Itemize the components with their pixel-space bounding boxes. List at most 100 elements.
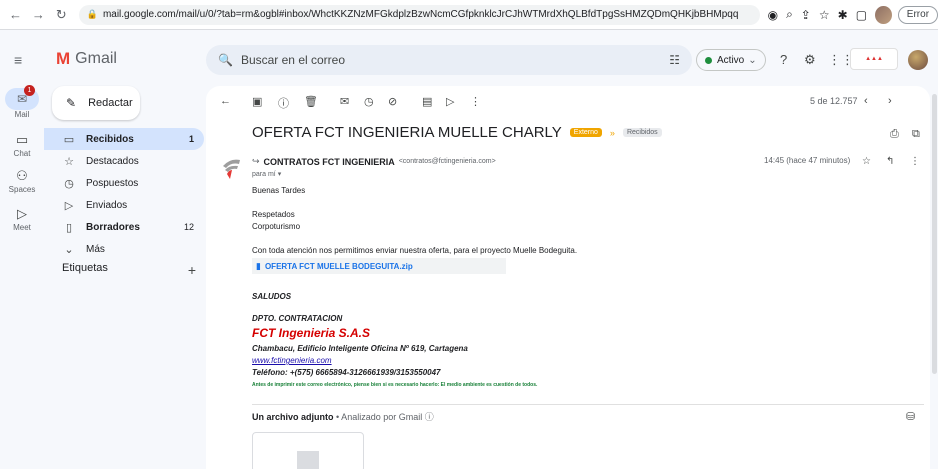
sidebar: ✎ Redactar ▭ Recibidos 1 ☆ Destacados ◷ …	[44, 86, 204, 469]
search-icon[interactable]: 🔍	[218, 53, 233, 67]
sidebar-item-label: Borradores	[86, 221, 140, 233]
sidepanel-icon[interactable]: ▢	[856, 8, 867, 22]
attachments-scanned: • Analizado por Gmail ⓘ	[336, 412, 434, 422]
gmail-m-icon: M	[56, 49, 71, 68]
menu-icon[interactable]: ≡	[14, 52, 22, 68]
external-tag: Externo	[569, 128, 602, 137]
chevron-down-icon: ⌄	[748, 54, 757, 66]
sidebar-item-label: Enviados	[86, 199, 128, 211]
rail-meet-label: Meet	[13, 223, 31, 232]
app-rail: ✉ 1 Mail ▭ Chat ⚇ Spaces ▷ Meet	[0, 30, 44, 469]
label-icon[interactable]: ▷	[446, 95, 454, 108]
forward-arrow-icon[interactable]: →	[31, 7, 46, 23]
labels-header: Etiquetas +	[62, 262, 196, 278]
sidebar-item-more[interactable]: ⌄ Más	[44, 238, 204, 260]
attachment-name: OFERTA FCT MUELLE BODEGUITA.zip	[264, 261, 413, 271]
labels-title: Etiquetas	[62, 262, 108, 274]
inbox-tag[interactable]: Recibidos	[622, 128, 662, 137]
sender-line: ↪ CONTRATOS FCT INGENIERIA <contratos@fc…	[252, 156, 496, 167]
inbox-icon: ▭	[63, 133, 75, 146]
rail-spaces-label: Spaces	[8, 185, 36, 194]
mail-badge: 1	[24, 85, 35, 96]
compose-button[interactable]: ✎ Redactar	[52, 86, 140, 120]
add-to-drive-icon[interactable]: ⛁	[906, 410, 915, 423]
sidebar-item-sent[interactable]: ▷ Enviados	[44, 194, 204, 216]
phone: Teléfono: +(575) 6665894-3126661939/3153…	[252, 368, 441, 377]
search-input[interactable]: Buscar en el correo	[241, 53, 345, 67]
website-link[interactable]: www.fctingenieria.com	[252, 356, 332, 365]
eco-note: Antes de imprimir este correo electrónic…	[252, 382, 538, 388]
attachment-thumbnail[interactable]	[252, 432, 364, 469]
sidebar-item-starred[interactable]: ☆ Destacados	[44, 150, 204, 172]
extensions-icon[interactable]: ✱	[838, 8, 848, 22]
sidebar-item-drafts[interactable]: ▯ Borradores 12	[44, 216, 204, 238]
snooze-icon[interactable]: ◷	[364, 95, 374, 108]
newer-icon[interactable]: ‹	[864, 95, 868, 107]
help-icon[interactable]: ?	[780, 52, 787, 67]
importance-marker-icon[interactable]: »	[610, 128, 615, 138]
attachment-link[interactable]: ▮ OFERTA FCT MUELLE BODEGUITA.zip	[252, 258, 506, 274]
attachment-divider	[252, 404, 924, 405]
chevron-down-icon: ▾	[277, 171, 282, 178]
closing: SALUDOS	[252, 292, 292, 301]
rail-chat[interactable]: ▭ Chat	[0, 132, 44, 158]
org-logo: ▲▲▲	[850, 48, 898, 70]
add-task-icon[interactable]: ⊘	[388, 95, 397, 108]
settings-icon[interactable]: ⚙	[804, 52, 816, 68]
search-bar[interactable]: 🔍 Buscar en el correo ☷	[206, 45, 692, 75]
chat-icon: ▭	[15, 132, 29, 147]
mail-icon: ✉ 1	[5, 85, 39, 110]
more-vert-icon[interactable]: ⋮	[470, 95, 481, 108]
search-options-icon[interactable]: ☷	[669, 53, 680, 67]
open-new-window-icon[interactable]: ⧉	[912, 128, 920, 141]
scrollbar[interactable]	[930, 86, 938, 469]
address-bar[interactable]: 🔒 mail.google.com/mail/u/0/?tab=rm&ogbl#…	[78, 4, 760, 25]
clock-icon: ◷	[64, 177, 74, 190]
sender-name[interactable]: CONTRATOS FCT INGENIERIA	[264, 157, 395, 167]
reply-icon[interactable]: ↰	[886, 156, 894, 167]
lock-icon: 🔒	[86, 9, 98, 19]
sidebar-item-inbox[interactable]: ▭ Recibidos 1	[44, 128, 204, 150]
print-icon[interactable]: ⎙	[890, 128, 899, 141]
back-icon[interactable]: ←	[220, 95, 231, 107]
mark-unread-icon[interactable]: ✉	[340, 95, 349, 108]
status-dot-icon	[705, 56, 712, 64]
recipient-line[interactable]: para mí ▾	[252, 170, 281, 178]
eye-icon[interactable]: ◉	[768, 8, 778, 22]
profile-avatar[interactable]	[875, 5, 892, 24]
rail-mail-label: Mail	[14, 110, 30, 119]
gmail-logo[interactable]: M Gmail	[56, 49, 117, 69]
company-name: FCT Ingenieria S.A.S	[252, 326, 371, 340]
rail-spaces[interactable]: ⚇ Spaces	[0, 168, 44, 194]
forwarded-icon: ↪	[252, 156, 260, 166]
scrollbar-thumb[interactable]	[932, 94, 937, 374]
older-icon[interactable]: ›	[888, 95, 892, 107]
rail-meet[interactable]: ▷ Meet	[0, 206, 44, 232]
attachments-title: Un archivo adjunto	[252, 412, 334, 422]
status-dropdown[interactable]: Activo ⌄	[696, 49, 766, 71]
rail-mail[interactable]: ✉ 1 Mail	[0, 85, 44, 119]
reload-icon[interactable]: ↻	[54, 7, 69, 23]
archive-icon[interactable]: ▣	[252, 95, 262, 108]
salutation-1: Respetados	[252, 210, 295, 219]
gmail-header: ≡ M Gmail 🔍 Buscar en el correo ☷ Activo…	[14, 30, 938, 86]
sender-email: <contratos@fctingenieria.com>	[398, 158, 496, 165]
error-button[interactable]: Error	[897, 5, 938, 24]
chevron-down-icon: ⌄	[64, 243, 74, 256]
move-to-icon[interactable]: ▤	[422, 95, 432, 108]
add-label-icon[interactable]: +	[188, 262, 196, 278]
report-spam-icon[interactable]: ⓘ	[278, 95, 289, 111]
recipient-text: para mí	[252, 171, 276, 178]
bookmark-star-icon[interactable]: ☆	[819, 8, 830, 22]
more-vert-icon[interactable]: ⋮	[910, 156, 920, 167]
sidebar-item-snoozed[interactable]: ◷ Pospuestos	[44, 172, 204, 194]
zoom-icon[interactable]: ⌕	[786, 7, 793, 22]
account-avatar[interactable]	[908, 50, 928, 70]
back-arrow-icon[interactable]: ←	[8, 7, 23, 23]
sidebar-item-label: Recibidos	[86, 133, 134, 145]
share-icon[interactable]: ⇪	[801, 8, 811, 22]
delete-icon[interactable]: 🗑	[304, 95, 318, 108]
star-icon[interactable]: ☆	[862, 156, 871, 167]
salutation-2: Corpoturismo	[252, 222, 301, 231]
meet-icon: ▷	[17, 206, 27, 221]
